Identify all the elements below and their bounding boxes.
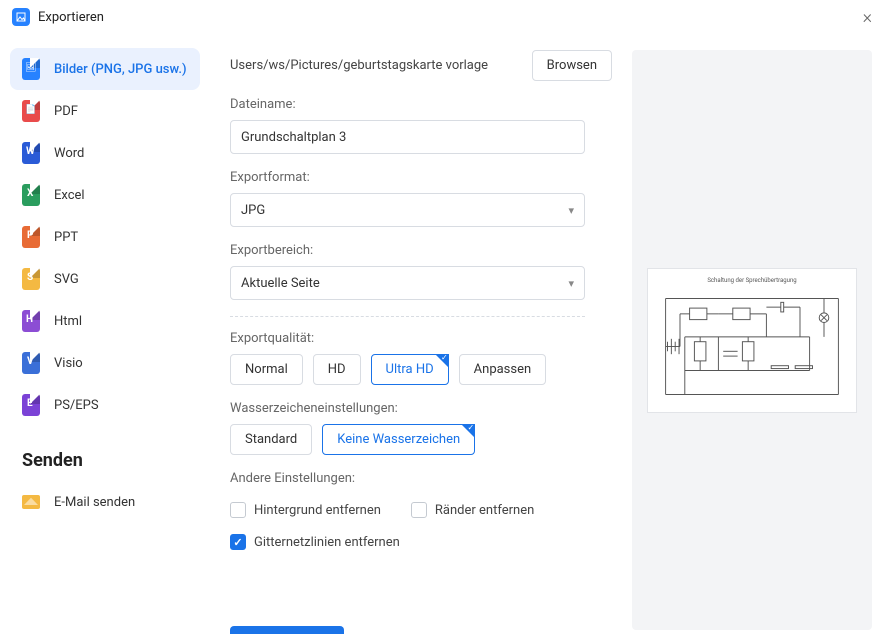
sidebar-item-svg[interactable]: SVG xyxy=(10,258,200,300)
sidebar-item-pseps[interactable]: PS/EPS xyxy=(10,384,200,426)
format-label: Exportformat: xyxy=(230,170,612,185)
sidebar-item-excel[interactable]: Excel xyxy=(10,174,200,216)
browse-button[interactable]: Browsen xyxy=(532,50,612,81)
sidebar-item-label: Visio xyxy=(54,356,83,371)
pdf-icon xyxy=(22,100,40,122)
remove-margin-checkbox[interactable] xyxy=(411,502,427,518)
preview-area: Schaltung der Sprechübertragung xyxy=(632,50,872,630)
title-bar: Exportieren × xyxy=(0,0,892,34)
sidebar-item-label: Bilder (PNG, JPG usw.) xyxy=(54,62,187,77)
quality-custom[interactable]: Anpassen xyxy=(459,354,547,385)
preview-panel: Schaltung der Sprechübertragung xyxy=(632,34,892,634)
watermark-standard[interactable]: Standard xyxy=(230,424,312,455)
export-path: Users/ws/Pictures/geburtstagskarte vorla… xyxy=(230,58,520,73)
sidebar-item-pdf[interactable]: PDF xyxy=(10,90,200,132)
other-settings-label: Andere Einstellungen: xyxy=(230,471,612,486)
remove-margin-label: Ränder entfernen xyxy=(435,503,534,518)
main-panel: Users/ws/Pictures/geburtstagskarte vorla… xyxy=(210,34,632,634)
format-value: JPG xyxy=(241,203,265,218)
sidebar-item-label: Excel xyxy=(54,188,85,203)
filename-label: Dateiname: xyxy=(230,97,612,112)
sidebar-item-label: PS/EPS xyxy=(54,398,99,413)
svg-icon xyxy=(22,268,40,290)
diagram-title: Schaltung der Sprechübertragung xyxy=(656,277,848,284)
window-title: Exportieren xyxy=(38,10,855,25)
image-icon xyxy=(22,58,40,80)
app-icon xyxy=(12,8,30,26)
sidebar-item-visio[interactable]: Visio xyxy=(10,342,200,384)
circuit-diagram xyxy=(656,288,848,405)
sidebar-item-email[interactable]: E-Mail senden xyxy=(10,481,200,523)
range-label: Exportbereich: xyxy=(230,243,612,258)
sidebar-item-html[interactable]: Html xyxy=(10,300,200,342)
sidebar-item-ppt[interactable]: PPT xyxy=(10,216,200,258)
sidebar-item-label: PDF xyxy=(54,104,78,119)
range-value: Aktuelle Seite xyxy=(241,276,320,291)
ppt-icon xyxy=(22,226,40,248)
word-icon xyxy=(22,142,40,164)
remove-grid-label: Gitternetzlinien entfernen xyxy=(254,535,400,550)
export-button[interactable]: Exportieren xyxy=(230,626,344,634)
eps-icon xyxy=(22,394,40,416)
watermark-label: Wasserzeicheneinstellungen: xyxy=(230,401,612,416)
close-icon[interactable]: × xyxy=(855,3,880,32)
visio-icon xyxy=(22,352,40,374)
remove-bg-checkbox[interactable] xyxy=(230,502,246,518)
remove-bg-label: Hintergrund entfernen xyxy=(254,503,381,518)
preview-page: Schaltung der Sprechübertragung xyxy=(647,268,857,413)
sidebar-item-word[interactable]: Word xyxy=(10,132,200,174)
quality-hd[interactable]: HD xyxy=(313,354,361,385)
sidebar-item-label: Html xyxy=(54,314,82,329)
divider xyxy=(230,316,585,317)
filename-input[interactable] xyxy=(230,120,585,154)
mail-icon xyxy=(22,495,40,509)
sidebar-item-label: E-Mail senden xyxy=(54,495,135,510)
html-icon xyxy=(22,310,40,332)
quality-label: Exportqualität: xyxy=(230,331,612,346)
send-heading: Senden xyxy=(22,450,188,471)
sidebar-item-label: Word xyxy=(54,146,84,161)
range-select[interactable]: Aktuelle Seite xyxy=(230,266,585,300)
quality-normal[interactable]: Normal xyxy=(230,354,303,385)
sidebar-item-images[interactable]: Bilder (PNG, JPG usw.) xyxy=(10,48,200,90)
excel-icon xyxy=(22,184,40,206)
sidebar-item-label: SVG xyxy=(54,272,79,287)
remove-grid-checkbox[interactable] xyxy=(230,534,246,550)
sidebar: Bilder (PNG, JPG usw.) PDF Word Excel PP… xyxy=(0,34,210,634)
quality-ultrahd[interactable]: Ultra HD xyxy=(371,354,449,385)
sidebar-item-label: PPT xyxy=(54,230,78,245)
watermark-none[interactable]: Keine Wasserzeichen xyxy=(322,424,475,455)
format-select[interactable]: JPG xyxy=(230,193,585,227)
